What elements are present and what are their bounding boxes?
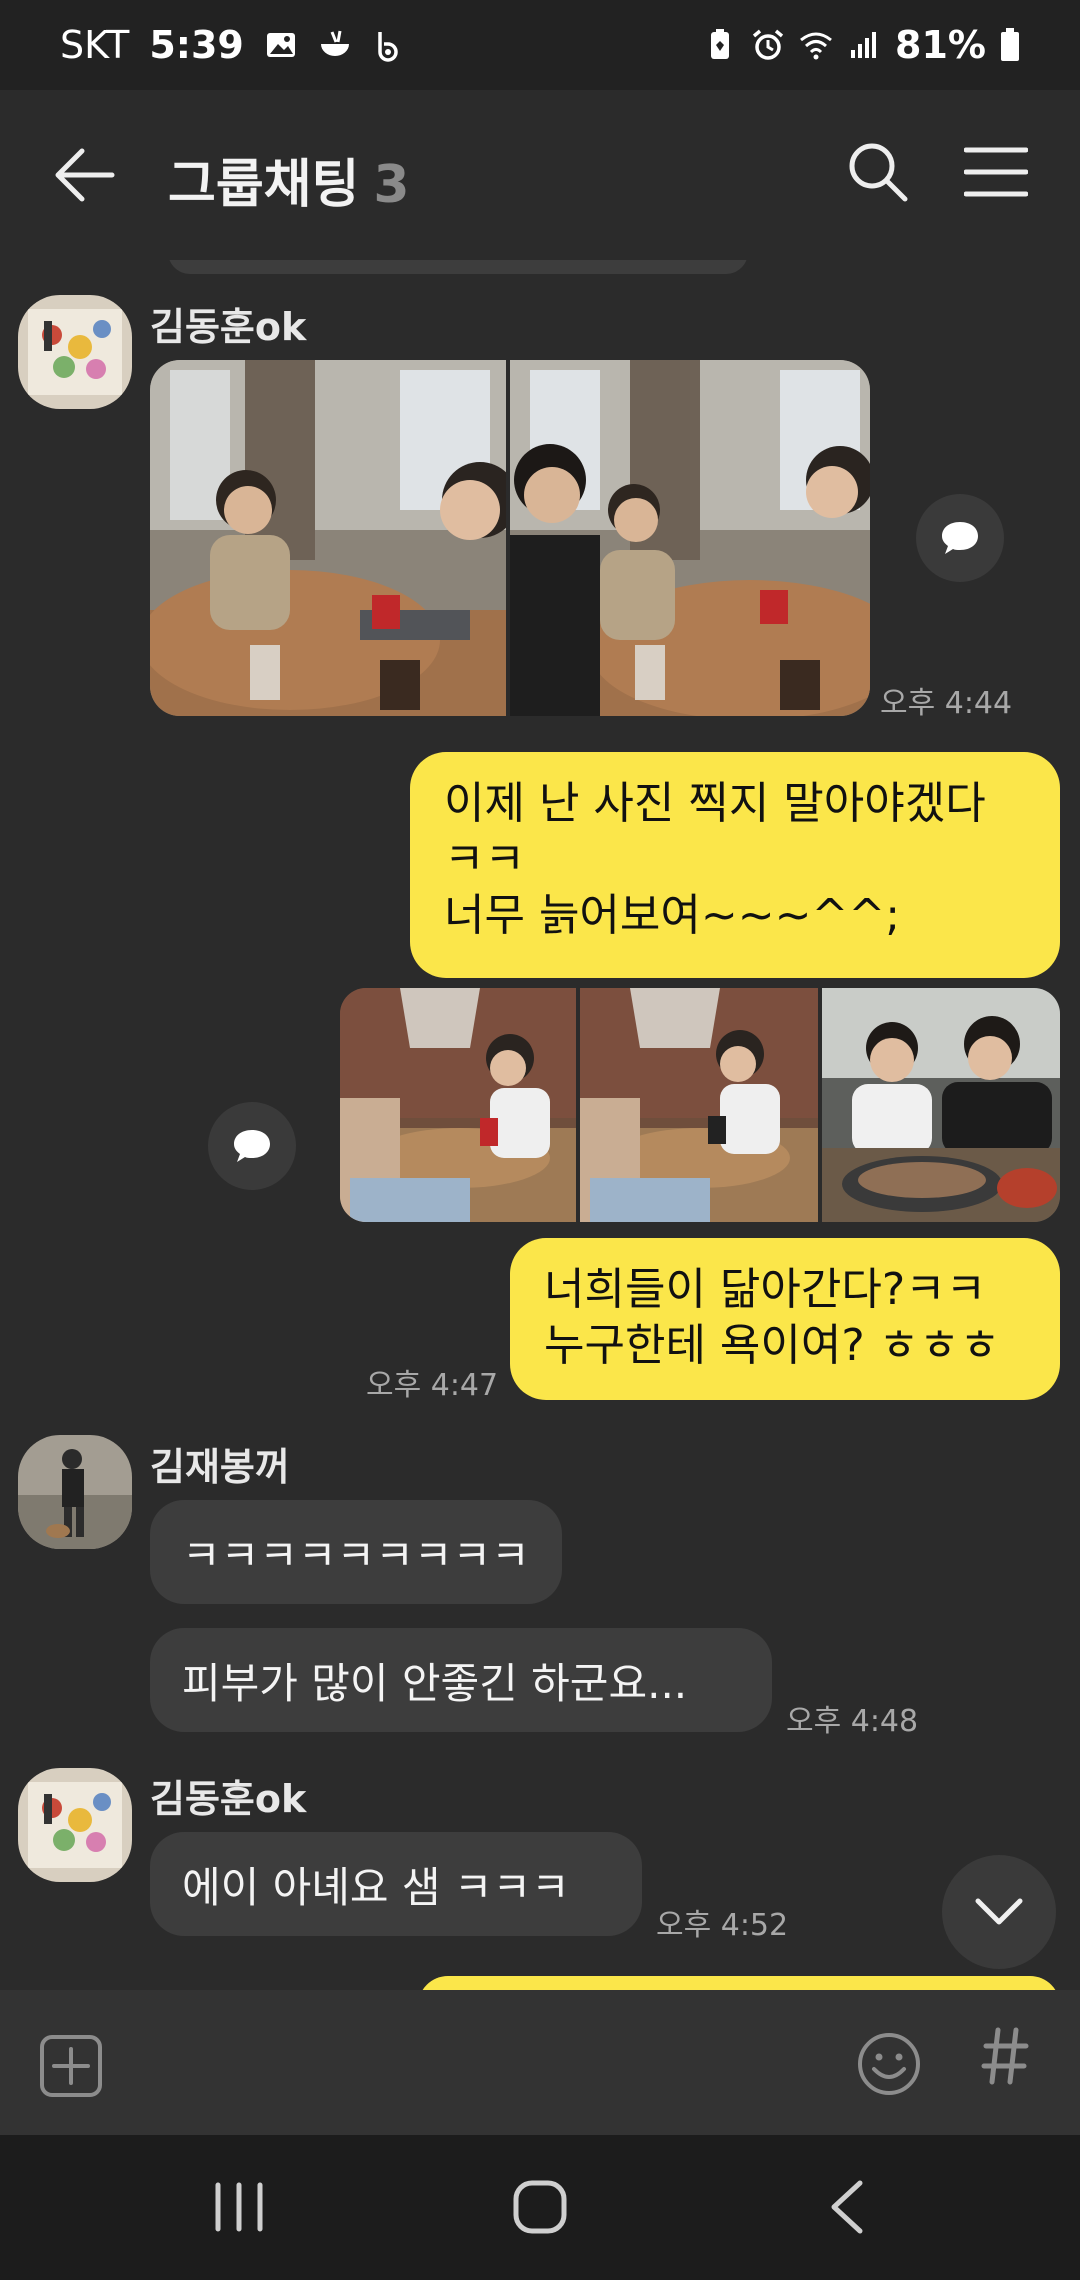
wifi-icon xyxy=(800,32,832,60)
message-line: 누구한테 욕이여? ㅎㅎㅎ xyxy=(544,1320,1001,1371)
sender-name: 김동훈ok xyxy=(150,1777,307,1821)
avatar[interactable] xyxy=(18,1435,132,1549)
hash-icon[interactable] xyxy=(980,2026,1030,2086)
photo-cafe-2[interactable] xyxy=(510,360,870,716)
share-icon xyxy=(942,522,978,554)
home-icon[interactable] xyxy=(512,2179,568,2235)
message-line: 이제 난 사진 찍지 말아야겠다 xyxy=(444,778,986,829)
recent-apps-icon[interactable] xyxy=(212,2181,266,2233)
chevron-down-icon xyxy=(975,1898,1023,1925)
avatar[interactable] xyxy=(18,1768,132,1882)
signal-icon xyxy=(851,32,877,58)
sender-name: 김동훈ok xyxy=(150,305,307,349)
sender-name: 김재봉꺼 xyxy=(150,1445,290,1489)
battery-percent: 81% xyxy=(895,23,986,67)
chat-room-name: 그룹채팅 xyxy=(168,155,360,215)
message-bubble-incoming[interactable]: 에이 아녜요 샘 ㅋㅋㅋ xyxy=(150,1832,642,1936)
status-bar: SKT 5:39 81% xyxy=(0,0,1080,90)
battery-saver-icon xyxy=(711,29,730,59)
plus-icon[interactable] xyxy=(40,2035,102,2097)
chat-message-list[interactable]: 김동훈ok 오후 4:44 이제 난 사진 찍지 말아야겠다 ㅋㅋ 너무 늙어보… xyxy=(0,260,1080,1990)
back-arrow-icon[interactable] xyxy=(50,145,120,205)
chat-header: 그룹채팅 3 xyxy=(0,90,1080,260)
photo-cafe-1[interactable] xyxy=(150,360,506,716)
page-title: 그룹채팅 3 xyxy=(168,142,410,217)
previous-message-fragment xyxy=(168,260,748,274)
message-input-bar xyxy=(0,1990,1080,2135)
next-message-fragment xyxy=(418,1976,1060,1990)
message-line: ㅋㅋ xyxy=(444,834,525,885)
gallery-notification-icon xyxy=(266,33,295,57)
message-bubble-outgoing[interactable]: 이제 난 사진 찍지 말아야겠다 ㅋㅋ 너무 늙어보여~~~^^; xyxy=(410,752,1060,978)
clock: 5:39 xyxy=(149,23,244,67)
message-bubble-outgoing[interactable]: 너희들이 닮아간다?ㅋㅋ 누구한테 욕이여? ㅎㅎㅎ xyxy=(510,1238,1060,1400)
app-notification-icon xyxy=(378,32,398,62)
message-bubble-incoming[interactable]: 피부가 많이 안좋긴 하군요... xyxy=(150,1628,772,1732)
system-navigation-bar xyxy=(0,2135,1080,2280)
message-bubble-incoming[interactable]: ㅋㅋㅋㅋㅋㅋㅋㅋㅋ xyxy=(150,1500,562,1604)
bowl-notification-icon xyxy=(320,30,349,56)
menu-icon[interactable] xyxy=(964,144,1028,200)
message-time: 오후 4:48 xyxy=(786,1704,919,1739)
carrier-label: SKT xyxy=(60,23,130,67)
share-button[interactable] xyxy=(916,494,1004,582)
alarm-icon xyxy=(752,29,784,60)
message-text: ㅋㅋㅋㅋㅋㅋㅋㅋㅋ xyxy=(182,1530,530,1580)
share-button[interactable] xyxy=(208,1102,296,1190)
avatar[interactable] xyxy=(18,295,132,409)
message-time: 오후 4:47 xyxy=(366,1368,499,1403)
emoji-icon[interactable] xyxy=(856,2031,922,2097)
photo-cafe-4[interactable] xyxy=(580,988,818,1222)
message-line: 너희들이 닮아간다?ㅋㅋ xyxy=(544,1264,987,1315)
message-line: 너무 늙어보여~~~^^; xyxy=(444,890,901,941)
message-time: 오후 4:44 xyxy=(880,686,1013,721)
share-icon xyxy=(234,1130,270,1162)
photo-cafe-3[interactable] xyxy=(340,988,576,1222)
message-text: 피부가 많이 안좋긴 하군요... xyxy=(182,1658,688,1708)
nav-back-icon[interactable] xyxy=(826,2179,866,2235)
search-icon[interactable] xyxy=(846,140,910,204)
photo-restaurant[interactable] xyxy=(822,988,1060,1222)
message-text: 에이 아녜요 샘 ㅋㅋㅋ xyxy=(182,1862,570,1912)
scroll-down-button[interactable] xyxy=(942,1855,1056,1969)
battery-icon xyxy=(1001,28,1019,61)
message-time: 오후 4:52 xyxy=(656,1908,789,1943)
member-count: 3 xyxy=(373,155,410,215)
